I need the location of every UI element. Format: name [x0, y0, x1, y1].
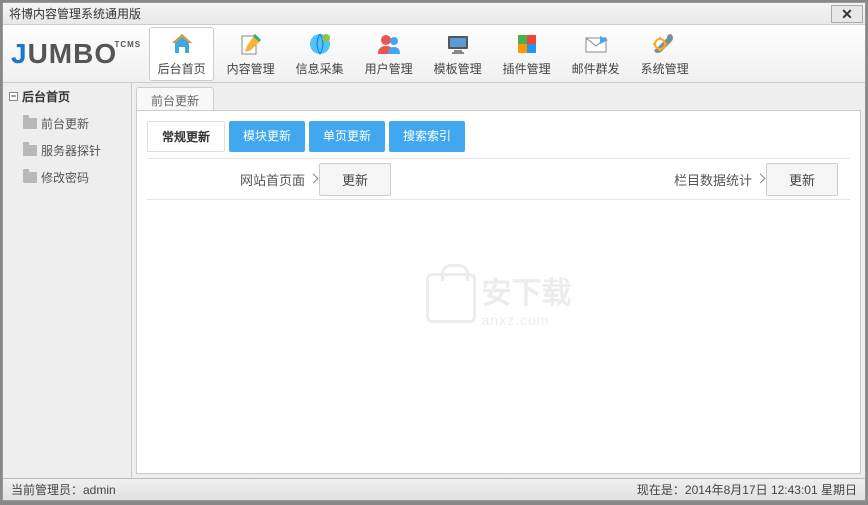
app-window: 将博内容管理系统通用版 ✕ JUMBOTCMS 后台首页 内容管理 信息采集 用…: [2, 2, 866, 501]
toolbar-plugin[interactable]: 插件管理: [494, 27, 559, 81]
button-label: 更新: [789, 173, 815, 188]
titlebar: 将博内容管理系统通用版 ✕: [3, 3, 865, 25]
toolbar-collect[interactable]: 信息采集: [287, 27, 352, 81]
toolbar-template[interactable]: 模板管理: [425, 27, 490, 81]
toolbar-label: 用户管理: [365, 60, 413, 77]
tab-frontend-update[interactable]: 前台更新: [136, 87, 214, 110]
main: 前台更新 常规更新 模块更新 单页更新 搜索索引 网站首页面 更新 栏目数据统: [132, 83, 865, 478]
logo: JUMBOTCMS: [11, 38, 117, 70]
toolbar-system[interactable]: 系统管理: [632, 27, 697, 81]
collapse-icon: −: [9, 92, 18, 101]
subtab-label: 模块更新: [243, 129, 291, 143]
sidebar-item-label: 前台更新: [41, 115, 89, 132]
toolbar-mail[interactable]: 邮件群发: [563, 27, 628, 81]
sidebar-item-server-probe[interactable]: 服务器探针: [3, 137, 131, 164]
tab-label: 前台更新: [151, 94, 199, 108]
subtab-search-index[interactable]: 搜索索引: [389, 121, 465, 152]
field-label-column-stats: 栏目数据统计: [606, 170, 766, 189]
button-label: 更新: [342, 173, 368, 188]
subtabs: 常规更新 模块更新 单页更新 搜索索引: [137, 111, 860, 158]
watermark-text: 安下载 anxz.com: [482, 268, 572, 328]
logo-letter-j: J: [11, 38, 28, 69]
toolbar-content[interactable]: 内容管理: [218, 27, 283, 81]
subtab-label: 单页更新: [323, 129, 371, 143]
users-icon: [375, 30, 403, 58]
toolbar-label: 内容管理: [227, 60, 275, 77]
sidebar-item-label: 服务器探针: [41, 142, 101, 159]
wrench-icon: [651, 30, 679, 58]
form-row: 网站首页面 更新 栏目数据统计 更新: [147, 158, 850, 200]
home-icon: [168, 30, 196, 58]
toolbar-label: 信息采集: [296, 60, 344, 77]
window-title: 将博内容管理系统通用版: [9, 5, 141, 22]
subtab-label: 搜索索引: [403, 129, 451, 143]
toolbar-home[interactable]: 后台首页: [149, 27, 214, 81]
bag-icon: [426, 273, 476, 323]
toolbar-label: 后台首页: [158, 60, 206, 77]
folder-icon: [23, 118, 37, 129]
status-datetime: 现在是：2014年8月17日 12:43:01 星期日: [637, 481, 857, 498]
logo-superscript: TCMS: [114, 40, 141, 49]
edit-icon: [237, 30, 265, 58]
monitor-icon: [444, 30, 472, 58]
toolbar-label: 邮件群发: [572, 60, 620, 77]
toolbar-label: 插件管理: [503, 60, 551, 77]
watermark-sub: anxz.com: [482, 312, 572, 328]
subtab-single-page-update[interactable]: 单页更新: [309, 121, 385, 152]
statusbar: 当前管理员：admin 现在是：2014年8月17日 12:43:01 星期日: [3, 478, 865, 500]
form-cell: 栏目数据统计 更新: [594, 163, 850, 196]
field-label-homepage: 网站首页面: [159, 170, 319, 189]
logo-rest: UMBO: [28, 38, 118, 69]
sidebar-root[interactable]: − 后台首页: [3, 83, 131, 110]
toolbar-label: 系统管理: [641, 60, 689, 77]
sidebar-item-label: 修改密码: [41, 169, 89, 186]
puzzle-icon: [513, 30, 541, 58]
toolbar: JUMBOTCMS 后台首页 内容管理 信息采集 用户管理 模板管理 插件管理: [3, 25, 865, 83]
update-stats-button[interactable]: 更新: [766, 163, 838, 196]
subtab-label: 常规更新: [162, 130, 210, 144]
form-cell: 网站首页面 更新: [147, 163, 403, 196]
folder-icon: [23, 172, 37, 183]
mail-icon: [582, 30, 610, 58]
subtab-module-update[interactable]: 模块更新: [229, 121, 305, 152]
content-panel: 常规更新 模块更新 单页更新 搜索索引 网站首页面 更新 栏目数据统计 更新: [136, 110, 861, 474]
sidebar-item-frontend-update[interactable]: 前台更新: [3, 110, 131, 137]
sidebar: − 后台首页 前台更新 服务器探针 修改密码: [3, 83, 132, 478]
toolbar-user[interactable]: 用户管理: [356, 27, 421, 81]
subtab-general-update[interactable]: 常规更新: [147, 121, 225, 152]
watermark: 安下载 anxz.com: [426, 268, 572, 328]
sidebar-root-label: 后台首页: [22, 88, 70, 105]
sidebar-item-change-password[interactable]: 修改密码: [3, 164, 131, 191]
close-icon: ✕: [841, 6, 853, 23]
watermark-main: 安下载: [482, 268, 572, 312]
status-admin: 当前管理员：admin: [11, 481, 116, 498]
tab-strip: 前台更新: [136, 87, 861, 110]
close-button[interactable]: ✕: [831, 5, 863, 23]
globe-icon: [306, 30, 334, 58]
update-homepage-button[interactable]: 更新: [319, 163, 391, 196]
folder-icon: [23, 145, 37, 156]
body: − 后台首页 前台更新 服务器探针 修改密码 前台更新 常规更新: [3, 83, 865, 478]
toolbar-label: 模板管理: [434, 60, 482, 77]
